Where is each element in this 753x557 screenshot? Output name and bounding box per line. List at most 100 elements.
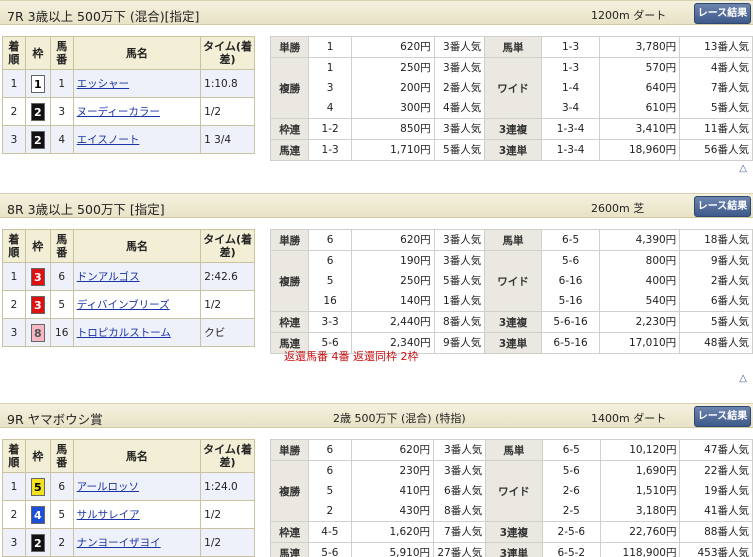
horse-name-cell: ドンアルゴス [72,262,202,291]
horse-name-link[interactable]: ディバインブリーズ [77,299,170,311]
payout-label-wakuren: 枠連 [269,521,310,543]
payout-popularity: 3番人気 [433,118,486,140]
umaban-cell: 2 [49,528,74,557]
time-cell: 1:24.0 [200,472,255,501]
payout-popularity: 1番人気 [443,295,482,307]
payout-popularity-cell: 9番人気 2番人気 6番人気 [679,250,753,312]
payout-combo: 4-5 [308,521,352,543]
race-result-button[interactable]: レース結果 [694,196,751,217]
race-title: 8R 3歳以上 500万下 [指定] [7,202,165,217]
payout-popularity: 27番人気 [433,542,487,557]
payout-table: 単勝 1 620円 3番人気 馬単 1-3 3,780円 13番人気 複勝 1 3 4 250円 200円… [269,36,753,161]
payout-amount: 118,900円 [599,542,681,557]
payout-combo-cell: 1-3 1-4 3-4 [540,57,601,119]
payout-label-wide: ワイド [484,250,542,312]
time-cell: クビ [200,318,255,347]
payout-amount: 620円 [350,36,435,58]
payout-label-tansho: 単勝 [269,229,310,251]
payout-popularity-cell: 22番人気 19番人気 41番人気 [679,460,753,522]
payout-popularity-cell: 4番人気 7番人気 5番人気 [679,57,753,119]
horse-name-link[interactable]: トロピカルストーム [77,327,171,339]
payout-combo: 6 [326,255,334,267]
horse-name-link[interactable]: ナンヨーイザヨイ [77,537,161,549]
waku-badge: 3 [30,295,45,314]
collapse-triangle-icon[interactable]: △ [739,163,747,174]
header-rank: 着順 [2,36,26,70]
horse-name-link[interactable]: アールロッソ [77,481,139,493]
payout-amount-cell: 190円 250円 140円 [350,250,435,312]
payout-popularity: 88番人気 [679,521,753,543]
payout-label-umatan: 馬単 [484,229,542,251]
payout-popularity: 3番人気 [433,439,487,461]
rank-cell: 3 [2,125,26,154]
payout-combo-cell: 6 5 16 [308,250,352,312]
horse-name-link[interactable]: サルサレイア [77,509,140,521]
payout-amount: 230円 [399,465,431,477]
horse-name-link[interactable]: ヌーディーカラー [77,106,160,118]
payout-combo: 6 [308,229,352,251]
ranking-table: 着順枠馬番 馬名 タイム(着差) 1 3 6 ドンアルゴス 2:42.6 2 3 5 ディバインブリー… [2,229,255,347]
payout-popularity: 3番人気 [433,229,486,251]
umaban-cell: 3 [49,97,74,126]
payout-amount: 17,010円 [599,332,681,354]
time-cell: 1 3/4 [200,125,255,154]
rank-cell: 1 [2,69,26,98]
payout-label-fukusho: 複勝 [269,57,310,119]
payout-popularity: 13番人気 [679,36,753,58]
umaban-cell: 6 [49,262,74,291]
header-waku: 枠 [24,439,51,473]
time-cell: 2:42.6 [200,262,255,291]
horse-name-cell: ナンヨーイザヨイ [72,528,202,557]
payout-amount: 1,690円 [635,465,677,477]
race-result-button[interactable]: レース結果 [694,406,751,427]
race-header: 9R ヤマボウシ賞 2歳 500万下 (混合) (特指) 1400m ダート レース結… [0,403,753,428]
rank-cell: 2 [2,500,26,529]
payout-amount: 410円 [399,485,431,497]
payout-amount: 250円 [400,62,431,74]
waku-badge: 8 [30,323,45,342]
time-cell: 1/2 [200,290,255,319]
payout-label-fukusho: 複勝 [269,250,310,312]
payout-popularity-cell: 3番人気 2番人気 4番人気 [433,57,486,119]
payout-combo-cell: 1 3 4 [308,57,352,119]
payout-label-wide: ワイド [484,57,542,119]
rank-cell: 2 [2,290,26,319]
payout-amount-cell: 230円 410円 430円 [350,460,435,522]
horse-name-link[interactable]: ドンアルゴス [77,271,140,283]
table-row: 3 2 4 エイスノート 1 3/4 [2,125,255,154]
waku-badge: 2 [30,130,45,149]
time-cell: 1/2 [200,528,255,557]
header-umaban: 馬番 [49,229,74,263]
race-header: 8R 3歳以上 500万下 [指定] 2600m 芝 レース結果 [0,193,753,218]
waku-badge: 2 [30,102,45,121]
payout-popularity: 453番人気 [679,542,753,557]
horse-name-cell: ヌーディーカラー [72,97,202,126]
header-waku: 枠 [24,36,51,70]
payout-combo: 2-5-6 [541,521,601,543]
rank-cell: 3 [2,528,26,557]
payout-amount: 1,510円 [635,485,677,497]
payout-popularity: 41番人気 [704,505,749,517]
payout-popularity: 5番人気 [710,102,749,114]
collapse-triangle-icon[interactable]: △ [739,373,747,384]
payout-amount: 620円 [350,229,435,251]
horse-name-link[interactable]: エイスノート [77,134,140,146]
waku-badge: 2 [30,533,45,552]
rank-cell: 1 [2,262,26,291]
payout-amount: 5,910円 [350,542,435,557]
payout-combo: 5-6 [562,255,580,267]
payout-label-sanrentan: 3連単 [484,139,542,161]
payout-combo: 16 [323,295,337,307]
payout-popularity: 3番人気 [443,255,482,267]
payout-amount-cell: 800円 400円 540円 [599,250,681,312]
payout-combo: 5 [326,485,334,497]
payout-combo: 2 [326,505,334,517]
race-result-button[interactable]: レース結果 [694,3,751,24]
header-time: タイム(着差) [200,439,255,473]
horse-name-link[interactable]: エッシャー [77,78,130,90]
payout-amount: 1,710円 [350,139,435,161]
payout-amount: 300円 [400,102,431,114]
payout-popularity: 47番人気 [679,439,753,461]
umaban-cell: 16 [49,318,74,347]
waku-badge: 4 [30,505,45,524]
